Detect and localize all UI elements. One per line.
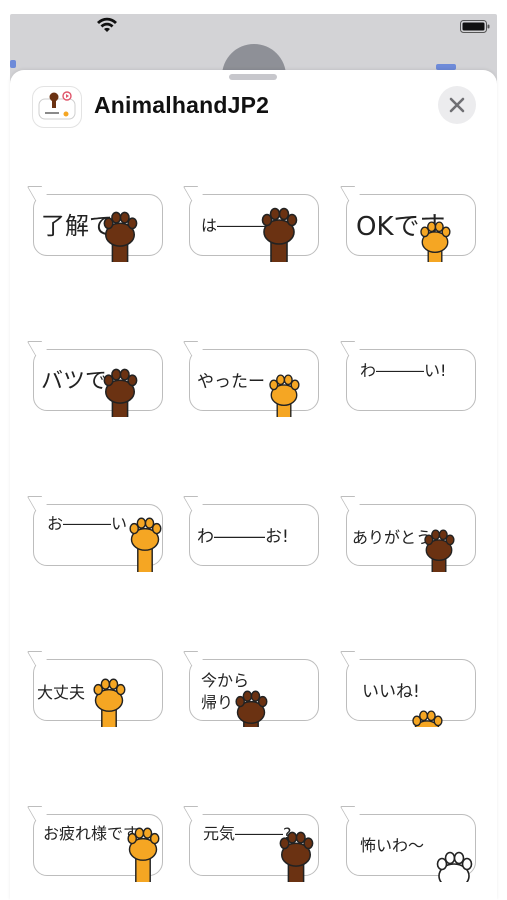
- paw-orange-icon: [269, 374, 300, 417]
- sticker-item[interactable]: は―――: [182, 186, 321, 262]
- bubble-tail: [339, 186, 364, 201]
- bubble-tail: [26, 341, 51, 356]
- paw-brown-icon: [103, 368, 138, 417]
- paw-orange-icon: [420, 221, 451, 262]
- bubble-tail: [26, 186, 51, 201]
- bubble-tail: [182, 651, 207, 666]
- sticker-item[interactable]: わ―――お!: [182, 496, 321, 572]
- paw-brown-icon: [261, 207, 298, 262]
- sticker-item[interactable]: わ―――い!: [339, 341, 478, 417]
- sticker-text: いいね!: [362, 682, 420, 702]
- paw-hand: [233, 689, 269, 727]
- paw-hand: [91, 677, 127, 727]
- sticker-item[interactable]: バツで: [26, 341, 165, 417]
- paw-hand: [418, 220, 452, 262]
- bubble-tail: [26, 806, 51, 821]
- paw-hand: [101, 367, 139, 417]
- sticker-item[interactable]: OKです: [339, 186, 478, 262]
- sticker-item[interactable]: いいね!: [339, 651, 478, 727]
- sticker-grid: 了解で は――― OKですバツで やったー わ―――い! お―――いわ―――お! ありがとう…: [10, 70, 497, 900]
- paw-brown-icon: [235, 690, 268, 727]
- bubble-tail: [182, 186, 207, 201]
- sticker-sheet: AnimalhandJP2 了解で は――― OKです バツで やったー わ―――い! お―…: [10, 70, 497, 900]
- bubble-tail: [339, 496, 364, 511]
- sticker-item[interactable]: 大丈夫: [26, 651, 165, 727]
- paw-orange-icon: [127, 827, 160, 882]
- sticker-text: ありがとう: [352, 528, 433, 547]
- paw-orange-icon: [129, 517, 162, 572]
- paw-orange-icon: [412, 710, 443, 727]
- sticker-text: 大丈夫: [37, 683, 86, 702]
- sticker-text: お―――い: [47, 514, 128, 533]
- back-button-edge: [10, 60, 16, 68]
- wifi-icon: [97, 17, 117, 32]
- sticker-text: は―――: [201, 216, 266, 235]
- sticker-item[interactable]: やったー: [182, 341, 321, 417]
- paw-hand: [277, 830, 315, 882]
- paw-hand: [267, 373, 301, 417]
- bubble-tail: [182, 806, 207, 821]
- sticker-text: 今から: [201, 671, 250, 690]
- paw-hand: [259, 206, 299, 262]
- sticker-item[interactable]: 了解で: [26, 186, 165, 262]
- bubble-tail: [339, 806, 364, 821]
- bubble-tail: [339, 341, 364, 356]
- sticker-text: わ―――い!: [360, 361, 447, 380]
- sticker-text: 怖いわ～: [360, 836, 425, 855]
- sticker-text-line2: 帰り: [201, 693, 234, 712]
- battery-icon: [460, 20, 490, 33]
- paw-brown-icon: [103, 211, 138, 262]
- paw-orange-icon: [93, 678, 126, 727]
- sticker-item[interactable]: ありがとう: [339, 496, 478, 572]
- sticker-text: やったー: [197, 372, 265, 392]
- bubble-tail: [26, 496, 51, 511]
- sticker-item[interactable]: 怖いわ～: [339, 806, 478, 882]
- paw-hand: [101, 210, 139, 262]
- paw-brown-icon: [424, 529, 455, 572]
- bubble-tail: [182, 496, 207, 511]
- paw-hand: [434, 850, 474, 882]
- paw-brown-icon: [279, 831, 314, 882]
- sticker-item[interactable]: お疲れ様です: [26, 806, 165, 882]
- paw-white-icon: [436, 851, 473, 882]
- paw-hand: [125, 826, 161, 882]
- sticker-text: わ―――お!: [197, 527, 289, 547]
- paw-hand: [422, 528, 456, 572]
- bubble-tail: [339, 651, 364, 666]
- paw-hand: [410, 709, 444, 727]
- bubble-tail: [182, 341, 207, 356]
- paw-hand: [127, 516, 163, 572]
- sticker-item[interactable]: 今から 帰り: [182, 651, 321, 727]
- sticker-text: バツで: [41, 369, 108, 394]
- sticker-item[interactable]: 元気―――?: [182, 806, 321, 882]
- bubble-tail: [26, 651, 51, 666]
- sticker-item[interactable]: お―――い: [26, 496, 165, 572]
